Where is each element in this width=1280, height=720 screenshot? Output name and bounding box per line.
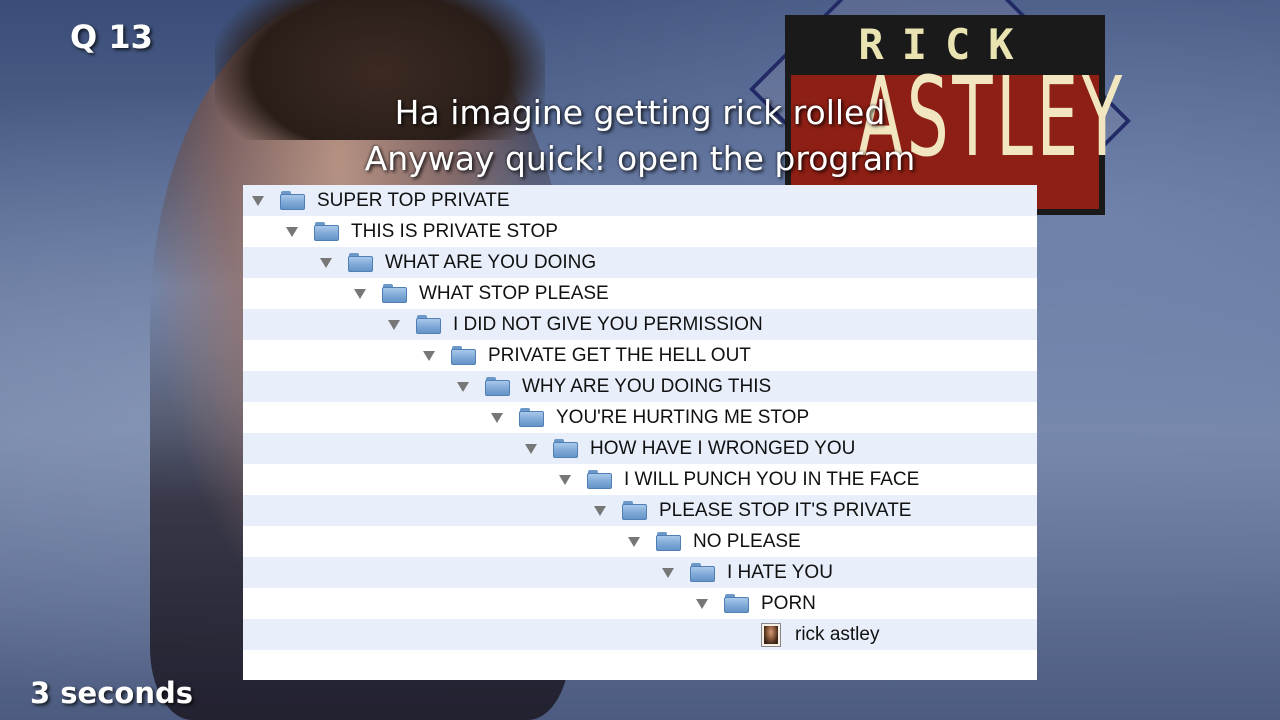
folder-icon bbox=[656, 532, 681, 551]
folder-row-level-10[interactable]: PLEASE STOP IT'S PRIVATE bbox=[243, 495, 1037, 526]
disclosure-triangle-icon[interactable] bbox=[423, 350, 435, 361]
disclosure-triangle-icon[interactable] bbox=[457, 381, 469, 392]
folder-icon bbox=[416, 315, 441, 334]
folder-icon bbox=[690, 563, 715, 582]
disclosure-triangle-icon[interactable] bbox=[320, 257, 332, 268]
folder-row-level-1[interactable]: THIS IS PRIVATE STOP bbox=[243, 216, 1037, 247]
folder-label: PRIVATE GET THE HELL OUT bbox=[488, 345, 751, 366]
folder-label: WHAT ARE YOU DOING bbox=[385, 252, 597, 273]
disclosure-triangle-icon[interactable] bbox=[696, 598, 708, 609]
question-number: Q 13 bbox=[70, 18, 153, 56]
folder-label: THIS IS PRIVATE STOP bbox=[351, 221, 558, 242]
folder-row-level-9[interactable]: I WILL PUNCH YOU IN THE FACE bbox=[243, 464, 1037, 495]
folder-row-level-12[interactable]: I HATE YOU bbox=[243, 557, 1037, 588]
folder-icon bbox=[587, 470, 612, 489]
caption-line-2: Anyway quick! open the program bbox=[364, 139, 916, 178]
folder-tree-panel: SUPER TOP PRIVATE THIS IS PRIVATE STOP W… bbox=[243, 185, 1037, 680]
photo-file-icon bbox=[761, 622, 781, 647]
folder-label: PORN bbox=[761, 593, 816, 614]
folder-label: YOU'RE HURTING ME STOP bbox=[556, 407, 810, 428]
disclosure-triangle-icon[interactable] bbox=[662, 567, 674, 578]
folder-icon bbox=[451, 346, 476, 365]
folder-row-level-4[interactable]: I DID NOT GIVE YOU PERMISSION bbox=[243, 309, 1037, 340]
folder-label: HOW HAVE I WRONGED YOU bbox=[590, 438, 856, 459]
disclosure-triangle-icon[interactable] bbox=[388, 319, 400, 330]
slide-caption: Ha imagine getting rick rolled Anyway qu… bbox=[300, 90, 980, 182]
folder-icon bbox=[280, 191, 305, 210]
folder-icon bbox=[485, 377, 510, 396]
disclosure-triangle-icon[interactable] bbox=[354, 288, 366, 299]
folder-row-level-3[interactable]: WHAT STOP PLEASE bbox=[243, 278, 1037, 309]
folder-icon bbox=[553, 439, 578, 458]
folder-row-level-0[interactable]: SUPER TOP PRIVATE bbox=[243, 185, 1037, 216]
folder-row-level-5[interactable]: PRIVATE GET THE HELL OUT bbox=[243, 340, 1037, 371]
folder-row-level-11[interactable]: NO PLEASE bbox=[243, 526, 1037, 557]
countdown-timer: 3 seconds bbox=[30, 676, 193, 710]
disclosure-triangle-icon[interactable] bbox=[252, 195, 264, 206]
folder-label: WHY ARE YOU DOING THIS bbox=[522, 376, 772, 397]
folder-row-level-7[interactable]: YOU'RE HURTING ME STOP bbox=[243, 402, 1037, 433]
disclosure-triangle-icon[interactable] bbox=[594, 505, 606, 516]
empty-row bbox=[243, 650, 1037, 680]
folder-label: I WILL PUNCH YOU IN THE FACE bbox=[624, 469, 920, 490]
folder-label: I DID NOT GIVE YOU PERMISSION bbox=[453, 314, 763, 335]
folder-icon bbox=[724, 594, 749, 613]
folder-label: NO PLEASE bbox=[693, 531, 801, 552]
folder-icon bbox=[348, 253, 373, 272]
disclosure-triangle-icon[interactable] bbox=[491, 412, 503, 423]
file-row-rick-astley[interactable]: rick astley bbox=[243, 619, 1037, 650]
folder-row-level-2[interactable]: WHAT ARE YOU DOING bbox=[243, 247, 1037, 278]
folder-icon bbox=[519, 408, 544, 427]
disclosure-triangle-icon[interactable] bbox=[628, 536, 640, 547]
folder-row-level-8[interactable]: HOW HAVE I WRONGED YOU bbox=[243, 433, 1037, 464]
file-label: rick astley bbox=[795, 624, 880, 645]
folder-row-level-13[interactable]: PORN bbox=[243, 588, 1037, 619]
folder-label: PLEASE STOP IT'S PRIVATE bbox=[659, 500, 912, 521]
disclosure-triangle-icon[interactable] bbox=[525, 443, 537, 454]
folder-label: I HATE YOU bbox=[727, 562, 833, 583]
disclosure-triangle-icon[interactable] bbox=[559, 474, 571, 485]
folder-icon bbox=[622, 501, 647, 520]
caption-line-1: Ha imagine getting rick rolled bbox=[394, 93, 886, 132]
folder-icon bbox=[382, 284, 407, 303]
folder-icon bbox=[314, 222, 339, 241]
disclosure-triangle-icon[interactable] bbox=[286, 226, 298, 237]
folder-label: WHAT STOP PLEASE bbox=[419, 283, 609, 304]
folder-row-level-6[interactable]: WHY ARE YOU DOING THIS bbox=[243, 371, 1037, 402]
folder-label: SUPER TOP PRIVATE bbox=[317, 190, 510, 211]
